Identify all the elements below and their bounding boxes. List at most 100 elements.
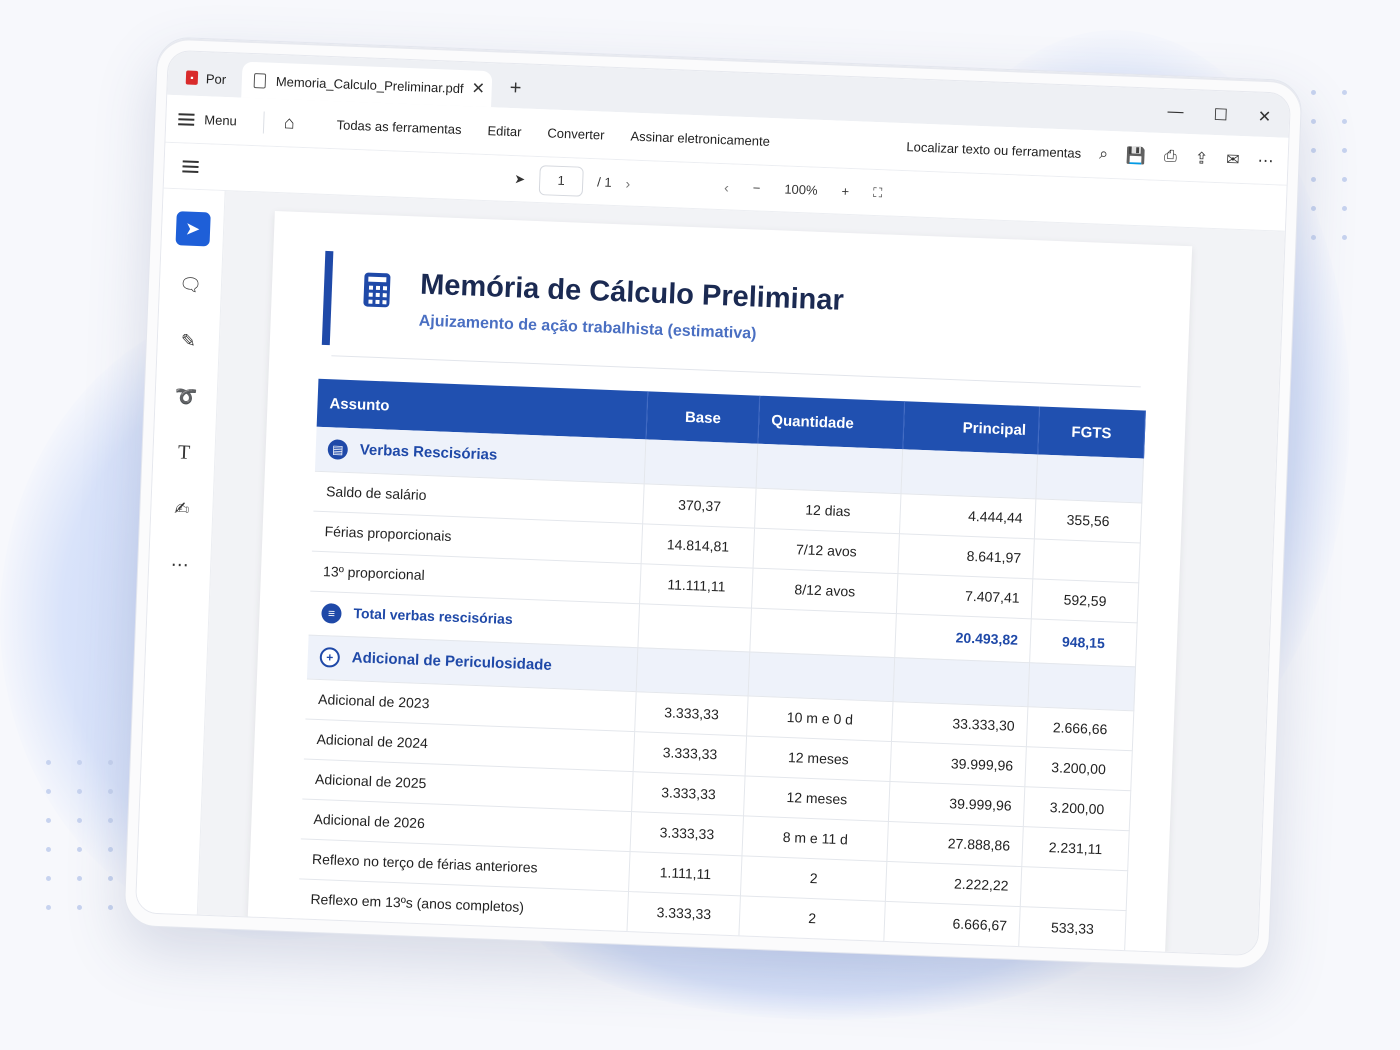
column-header: FGTS <box>1037 406 1146 459</box>
cell-base: 11.111,11 <box>639 563 754 608</box>
divider <box>262 110 265 133</box>
lasso-icon[interactable]: ➰ <box>169 379 204 414</box>
section-label: Verbas Rescisórias <box>359 441 498 464</box>
chevron-left-icon[interactable]: ‹ <box>724 179 729 195</box>
more-tools-icon[interactable]: ⋯ <box>162 547 197 582</box>
cell-base: 14.814,81 <box>641 523 755 568</box>
zoom-level[interactable]: 100% <box>784 182 818 198</box>
page-navigator: ➤ 1 / 1 › <box>514 164 631 198</box>
cell-quantidade: 2 <box>740 855 887 901</box>
maximize-icon[interactable]: ☐ <box>1213 105 1228 126</box>
text-tool-icon[interactable]: T <box>166 435 201 470</box>
column-header: Quantidade <box>757 395 905 450</box>
zoom-controls: ‹ − 100% + ⛶ <box>724 179 883 201</box>
print-icon[interactable]: ⎙ <box>1164 148 1177 166</box>
tab-label: Memoria_Calculo_Preliminar.pdf <box>275 73 464 96</box>
cell-fgts: 2.231,11 <box>1021 826 1130 871</box>
cell-base: 1.111,11 <box>628 851 743 896</box>
cell-quantidade: 12 dias <box>754 487 902 534</box>
search-icon[interactable]: ⌕ <box>1099 145 1109 163</box>
cell-base: 3.333,33 <box>634 691 749 736</box>
cell-quantidade: 12 meses <box>743 775 891 821</box>
cell-quantidade: 12 meses <box>745 735 892 782</box>
tab-label: Por <box>205 70 227 87</box>
calculation-table: Assunto Base Quantidade Principal FGTS ▤… <box>297 378 1146 951</box>
column-header: Principal <box>902 401 1040 455</box>
menu-item-all-tools[interactable]: Todas as ferramentas <box>336 117 461 137</box>
page-number-input[interactable]: 1 <box>538 164 584 197</box>
close-window-icon[interactable]: ✕ <box>1257 107 1271 127</box>
search-label[interactable]: Localizar texto ou ferramentas <box>906 139 1081 161</box>
cell-principal: 2.222,22 <box>885 860 1022 907</box>
cursor-icon[interactable]: ➤ <box>514 171 525 187</box>
close-icon[interactable]: ✕ <box>471 78 485 98</box>
zoom-out-icon[interactable]: − <box>753 180 761 195</box>
cell-quantidade: 8 m e 11 d <box>742 815 889 861</box>
app-window: ▪ Por Memoria_Calculo_Preliminar.pdf ✕ +… <box>134 49 1292 957</box>
minimize-icon[interactable]: — <box>1167 103 1184 124</box>
chevron-right-icon[interactable]: › <box>625 175 630 191</box>
pen-icon[interactable]: ✎ <box>171 323 206 358</box>
cell-base: 3.333,33 <box>633 731 747 776</box>
hamburger-icon <box>178 112 195 126</box>
cell-principal: 39.999,96 <box>888 781 1025 827</box>
share-icon[interactable]: ⇪ <box>1194 148 1208 168</box>
cell-fgts: 355,56 <box>1034 498 1142 543</box>
pdf-icon: ▪ <box>185 70 199 85</box>
page-total: / 1 <box>596 174 612 190</box>
cell-fgts <box>1032 538 1141 583</box>
cell-principal: 8.641,97 <box>898 533 1035 579</box>
cell-quantidade: 7/12 avos <box>753 527 900 574</box>
document-icon <box>253 72 267 89</box>
cell-principal: 4.444,44 <box>899 493 1036 539</box>
total-label-text: Total verbas rescisórias <box>353 604 513 628</box>
menu-label: Menu <box>204 112 238 129</box>
menu-button[interactable]: Menu <box>178 111 237 128</box>
window-controls: — ☐ ✕ <box>1167 103 1271 127</box>
cell-fgts: 3.200,00 <box>1024 746 1133 791</box>
cell-quantidade: 10 m e 0 d <box>746 695 894 742</box>
pdf-page: Memória de Cálculo Preliminar Ajuizament… <box>247 210 1193 957</box>
sidebar-toggle-icon[interactable] <box>182 159 199 173</box>
zoom-in-icon[interactable]: + <box>841 184 849 199</box>
menu-item-convert[interactable]: Converter <box>547 125 605 142</box>
comment-icon[interactable]: 🗨 <box>173 267 208 302</box>
decorative-dots <box>46 760 113 910</box>
cell-quantidade: 2 <box>739 895 886 941</box>
cell-fgts <box>1020 866 1128 911</box>
cell-principal: 33.333,30 <box>891 701 1028 747</box>
search-area: Localizar texto ou ferramentas ⌕ 💾 ⎙ ⇪ ✉… <box>906 137 1274 171</box>
cell-base: 370,37 <box>642 483 757 528</box>
list-icon: ≡ <box>321 603 342 624</box>
menu-item-esign[interactable]: Assinar eletronicamente <box>630 129 770 149</box>
document-canvas[interactable]: Memória de Cálculo Preliminar Ajuizament… <box>197 191 1285 957</box>
new-tab-button[interactable]: + <box>509 77 522 100</box>
total-fgts: 948,15 <box>1029 618 1138 667</box>
calculator-icon <box>363 272 391 308</box>
cell-base: 3.333,33 <box>630 811 744 856</box>
select-tool-icon[interactable]: ➤ <box>175 211 211 247</box>
column-header: Base <box>646 391 760 444</box>
more-icon[interactable]: ⋯ <box>1257 150 1274 171</box>
menu-item-edit[interactable]: Editar <box>487 123 522 139</box>
cell-fgts: 533,33 <box>1018 906 1127 951</box>
total-principal: 20.493,82 <box>894 613 1032 663</box>
cell-fgts: 2.666,66 <box>1026 706 1134 751</box>
document-icon: ▤ <box>327 438 349 460</box>
plus-circle-icon: + <box>319 647 341 668</box>
home-icon[interactable]: ⌂ <box>283 112 295 133</box>
sign-icon[interactable]: ✍ <box>164 491 199 526</box>
cell-quantidade: 8/12 avos <box>751 567 899 614</box>
accent-bar <box>321 250 334 346</box>
cell-base: 3.333,33 <box>631 771 746 816</box>
cell-principal: 6.666,67 <box>883 900 1021 947</box>
cell-fgts: 592,59 <box>1031 578 1139 623</box>
document-subtitle: Ajuizamento de ação trabalhista (estimat… <box>418 312 757 343</box>
document-title: Memória de Cálculo Preliminar <box>419 268 845 317</box>
mail-icon[interactable]: ✉ <box>1226 149 1240 169</box>
fit-page-icon[interactable]: ⛶ <box>873 184 883 200</box>
cell-principal: 27.888,86 <box>886 820 1024 867</box>
cell-fgts: 3.200,00 <box>1023 786 1131 831</box>
save-icon[interactable]: 💾 <box>1126 145 1147 166</box>
tab-inactive[interactable]: ▪ Por <box>173 59 242 98</box>
